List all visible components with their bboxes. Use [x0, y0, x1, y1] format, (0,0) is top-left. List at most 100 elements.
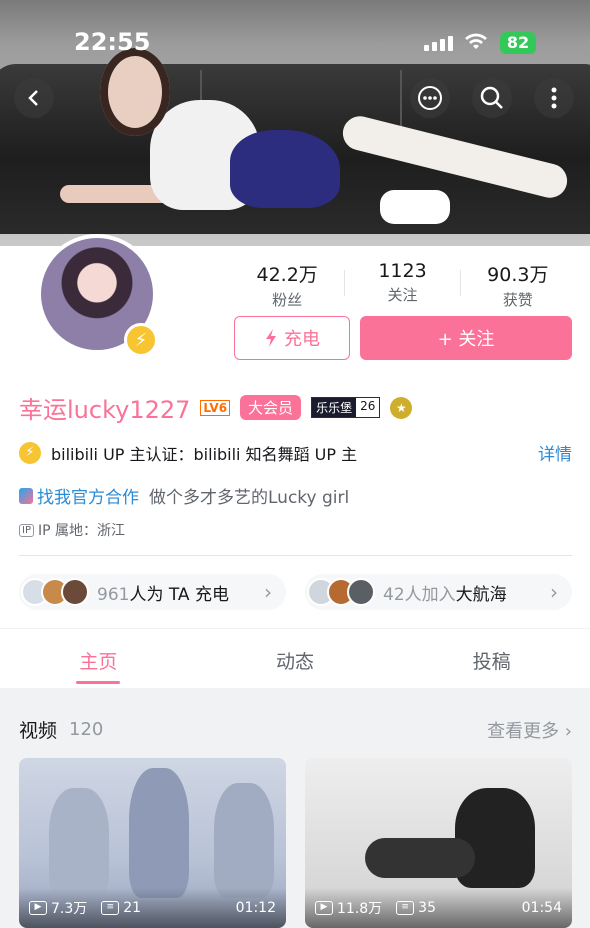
see-more-link[interactable]: 查看更多 ›	[487, 717, 572, 743]
supporter-count: 961	[97, 584, 130, 605]
ip-text: IP 属地：浙江	[37, 523, 126, 539]
ip-tag-icon: IP	[19, 523, 34, 537]
stat-following[interactable]: 1123 关注	[345, 260, 459, 310]
back-button[interactable]	[14, 78, 54, 118]
follow-button[interactable]: + 关注	[360, 316, 572, 360]
tab-uploads[interactable]: 投稿	[393, 629, 590, 688]
bio-text: 做个多才多艺的Lucky girl	[149, 488, 350, 508]
lightning-badge-icon: ⚡	[124, 323, 158, 357]
achievement-badge-icon[interactable]: ★	[390, 396, 413, 419]
wifi-icon	[464, 32, 488, 58]
tab-indicator	[76, 681, 121, 684]
view-count: ▶ 11.8万	[315, 898, 382, 918]
search-button[interactable]	[472, 78, 512, 118]
video-meta: ▶ 11.8万 ≡ 35 01:54	[305, 888, 572, 928]
tab-home[interactable]: 主页	[0, 629, 197, 688]
supporter-avatars	[21, 578, 89, 606]
medal-name: 乐乐堡	[312, 398, 357, 417]
stat-label: 获赞	[502, 291, 533, 309]
avatar	[347, 578, 375, 606]
profile-banner: 22:55 82	[0, 0, 590, 246]
view-count: ▶ 7.3万	[29, 898, 87, 918]
chevron-left-icon	[28, 90, 38, 106]
pill-label: 人加入	[404, 584, 456, 605]
chat-bubble-icon	[418, 86, 442, 110]
duration: 01:12	[235, 900, 276, 916]
stat-label: 关注	[387, 286, 418, 304]
pill-label: 人为 TA 充电	[129, 584, 229, 605]
chevron-right-icon: ›	[550, 580, 558, 604]
danmaku-icon: ≡	[396, 901, 415, 915]
more-vertical-icon	[551, 87, 557, 109]
stat-likes[interactable]: 90.3万 获赞	[461, 260, 575, 310]
danmaku-icon: ≡	[101, 901, 120, 915]
charge-supporters-pill[interactable]: 961人为 TA 充电 ›	[19, 574, 286, 610]
bilibili-link-icon	[19, 487, 33, 504]
pill-text: 961人为 TA 充电	[97, 580, 264, 605]
ip-location: IP IP 属地：浙江	[19, 520, 125, 540]
guard-pill[interactable]: 42人加入大航海 ›	[305, 574, 572, 610]
stats-row: 42.2万 粉丝 1123 关注 90.3万 获赞	[230, 260, 575, 310]
status-bar: 22:55 82	[0, 28, 590, 62]
comment-count: ≡ 35	[396, 900, 436, 916]
divider	[19, 555, 572, 556]
more-button[interactable]	[534, 78, 574, 118]
video-card[interactable]: ▶ 11.8万 ≡ 35 01:54	[305, 758, 572, 928]
tab-label: 投稿	[472, 651, 511, 673]
views: 7.3万	[51, 901, 88, 917]
vip-badge[interactable]: 大会员	[240, 395, 302, 420]
thumbnail	[129, 768, 189, 898]
name-row: 幸运lucky1227 LV6 大会员 乐乐堡 26 ★	[19, 390, 413, 425]
username: 幸运lucky1227	[19, 396, 191, 424]
bio-row: 找我官方合作 做个多才多艺的Lucky girl	[19, 483, 349, 508]
tab-label: 主页	[79, 651, 118, 673]
guard-avatars	[307, 578, 375, 606]
detail-link[interactable]: 详情	[538, 440, 572, 465]
signal-icon	[424, 36, 453, 51]
cooperation-link[interactable]: 找我官方合作	[37, 483, 139, 508]
play-icon: ▶	[29, 901, 47, 915]
verification-row: ⚡ bilibili UP 主认证：bilibili 知名舞蹈 UP 主 详情	[19, 440, 572, 465]
stat-fans[interactable]: 42.2万 粉丝	[230, 260, 344, 310]
chevron-right-icon: ›	[264, 580, 272, 604]
charge-label: 充电	[284, 329, 320, 350]
tab-label: 动态	[276, 651, 315, 673]
profile-tabs: 主页 动态 投稿	[0, 628, 590, 688]
tab-dynamic[interactable]: 动态	[197, 629, 394, 688]
level-badge[interactable]: LV6	[200, 399, 231, 416]
comments: 35	[418, 900, 436, 916]
avatar	[61, 578, 89, 606]
charge-button[interactable]: 充电	[234, 316, 350, 360]
follow-label: + 关注	[437, 329, 495, 350]
comment-count: ≡ 21	[101, 900, 141, 916]
lightning-verify-icon: ⚡	[19, 441, 41, 464]
fan-medal[interactable]: 乐乐堡 26	[311, 397, 381, 418]
status-time: 22:55	[74, 28, 151, 56]
video-card[interactable]: ▶ 7.3万 ≡ 21 01:12	[19, 758, 286, 928]
videos-section-header: 视频 120 查看更多 ›	[19, 716, 572, 743]
verification-text: bilibili UP 主认证：bilibili 知名舞蹈 UP 主	[51, 444, 358, 464]
message-button[interactable]	[410, 78, 450, 118]
pill-suffix: 大航海	[455, 584, 507, 605]
comments: 21	[123, 900, 142, 916]
thumbnail	[49, 788, 109, 898]
stat-value: 42.2万	[256, 264, 318, 286]
medal-level: 26	[360, 399, 376, 413]
lightning-icon	[266, 329, 276, 347]
video-meta: ▶ 7.3万 ≡ 21 01:12	[19, 888, 286, 928]
pill-text: 42人加入大航海	[383, 580, 550, 605]
section-title: 视频	[19, 720, 58, 742]
thumbnail	[365, 838, 475, 878]
guard-count: 42	[383, 584, 405, 605]
play-icon: ▶	[315, 901, 333, 915]
stat-value: 1123	[378, 260, 427, 282]
stat-value: 90.3万	[487, 264, 549, 286]
thumbnail	[214, 783, 274, 898]
duration: 01:54	[521, 900, 562, 916]
see-more-label: 查看更多	[487, 720, 560, 742]
battery-indicator: 82	[500, 32, 536, 54]
views: 11.8万	[337, 901, 383, 917]
stat-label: 粉丝	[272, 291, 303, 309]
search-icon	[480, 86, 503, 109]
section-count: 120	[69, 719, 104, 740]
